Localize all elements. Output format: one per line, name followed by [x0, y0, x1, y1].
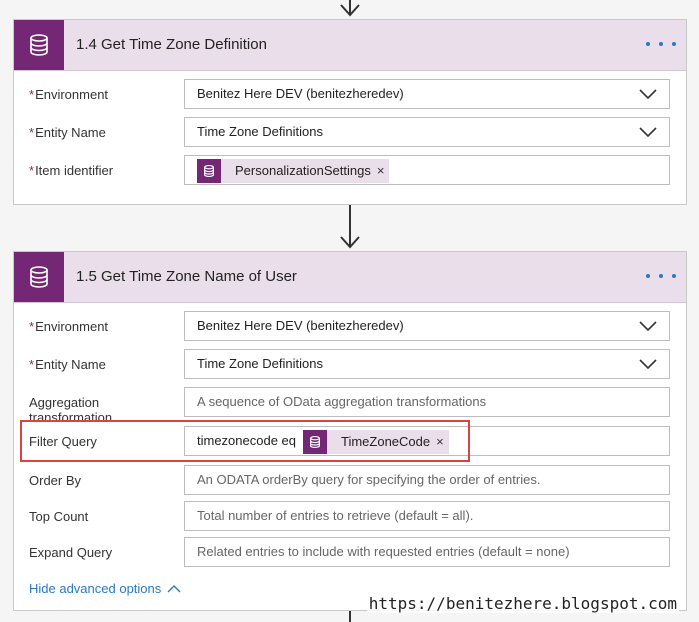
token-label: TimeZoneCode	[341, 434, 431, 449]
database-icon	[303, 430, 327, 454]
flow-arrow-top	[339, 0, 361, 18]
top-count-input[interactable]: Total number of entries to retrieve (def…	[184, 501, 670, 531]
chevron-up-icon	[167, 585, 181, 593]
card-header[interactable]: 1.5 Get Time Zone Name of User	[14, 252, 686, 303]
dynamic-content-token[interactable]: TimeZoneCode ×	[303, 430, 449, 454]
flow-arrow-bottom	[339, 611, 361, 622]
arrow-down-icon	[340, 4, 360, 17]
ellipsis-icon[interactable]	[646, 266, 676, 286]
field-label: *Environment	[29, 87, 109, 102]
close-icon[interactable]: ×	[436, 428, 449, 456]
field-label: Expand Query	[29, 545, 113, 560]
card-title: 1.5 Get Time Zone Name of User	[76, 268, 297, 285]
chevron-down-icon	[639, 321, 657, 332]
watermark: https://benitezhere.blogspot.com	[366, 594, 679, 613]
action-card-get-time-zone-definition: 1.4 Get Time Zone Definition *Environmen…	[13, 19, 687, 205]
field-label: Order By	[29, 473, 82, 488]
environment-dropdown[interactable]: Benitez Here DEV (benitezheredev)	[184, 311, 670, 341]
field-label: *Entity Name	[29, 357, 106, 372]
entity-name-dropdown[interactable]: Time Zone Definitions	[184, 117, 670, 147]
dropdown-value: Benitez Here DEV (benitezheredev)	[197, 86, 404, 101]
environment-dropdown[interactable]: Benitez Here DEV (benitezheredev)	[184, 79, 670, 109]
chevron-down-icon	[639, 89, 657, 100]
hide-advanced-options-link[interactable]: Hide advanced options	[29, 581, 181, 596]
order-by-input[interactable]: An ODATA orderBy query for specifying th…	[184, 465, 670, 495]
dropdown-value: Time Zone Definitions	[197, 356, 323, 371]
token-label: PersonalizationSettings	[235, 163, 371, 178]
entity-name-dropdown[interactable]: Time Zone Definitions	[184, 349, 670, 379]
field-label: *Entity Name	[29, 125, 106, 140]
expand-query-input[interactable]: Related entries to include with requeste…	[184, 537, 670, 567]
action-card-get-time-zone-name: 1.5 Get Time Zone Name of User *Environm…	[13, 251, 687, 611]
item-identifier-input[interactable]: PersonalizationSettings ×	[184, 155, 670, 185]
field-label: *Item identifier	[29, 163, 114, 178]
database-icon	[14, 20, 64, 70]
filter-query-text: timezonecode eq	[197, 433, 297, 448]
chevron-down-icon	[639, 359, 657, 370]
aggregation-input[interactable]: A sequence of OData aggregation transfor…	[184, 387, 670, 417]
close-icon[interactable]: ×	[377, 157, 390, 185]
link-label: Hide advanced options	[29, 581, 162, 596]
database-icon	[197, 159, 221, 183]
chevron-down-icon	[639, 127, 657, 138]
ellipsis-icon[interactable]	[646, 34, 676, 54]
arrow-down-icon	[340, 236, 360, 249]
database-icon	[14, 252, 64, 302]
field-label: Top Count	[29, 509, 89, 524]
card-header[interactable]: 1.4 Get Time Zone Definition	[14, 20, 686, 71]
field-label: *Environment	[29, 319, 109, 334]
dropdown-value: Time Zone Definitions	[197, 124, 323, 139]
field-label: Aggregation transformation	[29, 395, 113, 425]
card-title: 1.4 Get Time Zone Definition	[76, 36, 267, 53]
flow-arrow	[339, 205, 361, 250]
filter-query-input[interactable]: timezonecode eq TimeZoneCode ×	[184, 426, 670, 456]
dynamic-content-token[interactable]: PersonalizationSettings ×	[197, 157, 390, 185]
dropdown-value: Benitez Here DEV (benitezheredev)	[197, 318, 404, 333]
field-label: Filter Query	[29, 434, 97, 449]
